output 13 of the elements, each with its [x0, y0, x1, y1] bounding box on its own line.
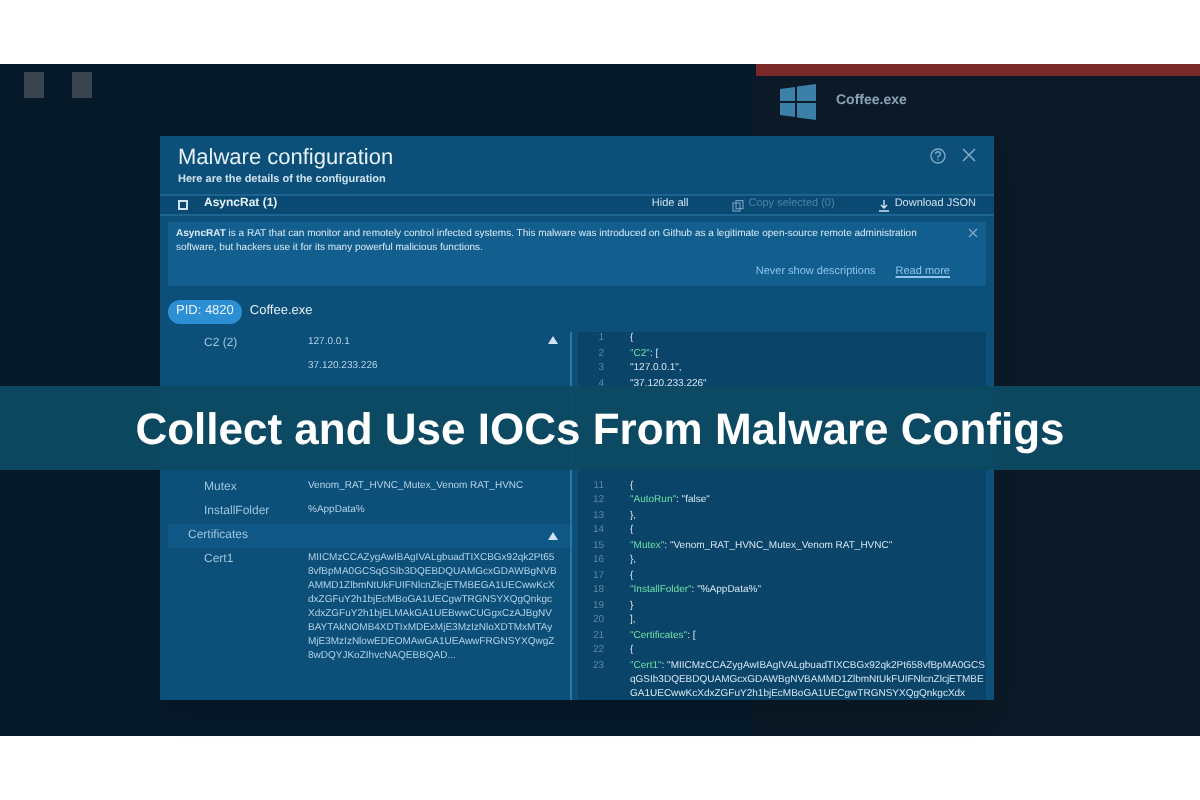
close-icon[interactable]	[968, 228, 978, 238]
copy-icon	[732, 199, 745, 211]
windows-logo-icon	[780, 84, 816, 120]
collapse-caret-icon[interactable]	[548, 532, 558, 540]
banner-title: Collect and Use IOCs From Malware Configs	[135, 401, 1065, 458]
file-icon	[72, 72, 92, 98]
close-icon[interactable]	[962, 148, 976, 162]
dialog-title: Malware configuration	[178, 146, 396, 172]
collapse-caret-icon[interactable]	[548, 336, 558, 344]
family-checkbox[interactable]	[178, 200, 188, 210]
help-icon[interactable]	[930, 148, 946, 164]
file-icon	[24, 72, 44, 98]
download-icon	[878, 199, 891, 211]
